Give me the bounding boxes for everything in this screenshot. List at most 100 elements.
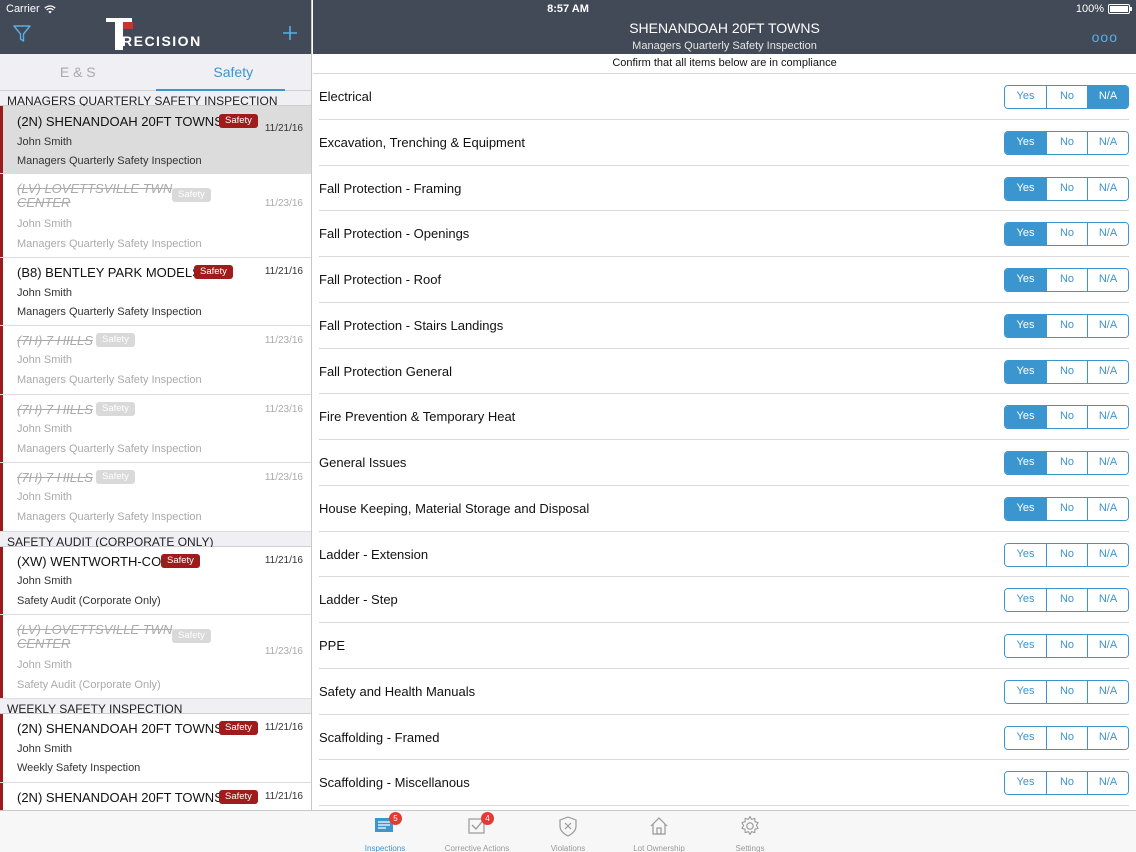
yes-button[interactable]: Yes (1005, 131, 1046, 154)
no-button[interactable]: No (1046, 543, 1087, 566)
yes-button[interactable]: Yes (1005, 680, 1046, 703)
no-button[interactable]: No (1046, 314, 1087, 337)
list-item[interactable]: (XW) WENTWORTH-CO Safety 11/21/16 John S… (0, 547, 311, 615)
yes-button[interactable]: Yes (1005, 589, 1046, 612)
tab-violations[interactable]: Violations (528, 815, 608, 852)
item-inspector: John Smith (17, 136, 73, 148)
no-button[interactable]: No (1046, 452, 1087, 474)
corrective-actions-count-badge: 4 (481, 812, 494, 825)
na-button[interactable]: N/A (1087, 452, 1128, 474)
na-button[interactable]: N/A (1087, 635, 1128, 657)
no-button[interactable]: No (1046, 131, 1087, 154)
na-button[interactable]: N/A (1087, 772, 1128, 795)
item-date: 11/21/16 (264, 791, 303, 802)
item-inspector: John Smith (17, 575, 73, 587)
yes-button[interactable]: Yes (1005, 726, 1046, 749)
page-subtitle: Managers Quarterly Safety Inspection (632, 40, 817, 52)
no-button[interactable]: No (1046, 726, 1087, 749)
no-button[interactable]: No (1046, 177, 1087, 200)
yes-button[interactable]: Yes (1005, 635, 1046, 657)
checklist-row: House Keeping, Material Storage and Disp… (319, 486, 1129, 532)
tab-inspections[interactable]: 5 Inspections (345, 812, 425, 852)
yes-button[interactable]: Yes (1005, 314, 1046, 337)
item-type: Managers Quarterly Safety Inspection (17, 443, 202, 455)
list-item[interactable]: (2N) SHENANDOAH 20FT TOWNS Safety 11/21/… (0, 714, 311, 783)
logo-text: RECISION (122, 33, 202, 49)
precision-logo: RECISION (106, 18, 206, 50)
na-button[interactable]: N/A (1087, 497, 1128, 520)
tab-safety[interactable]: Safety (155, 54, 312, 91)
yes-button[interactable]: Yes (1005, 86, 1046, 108)
item-inspector: John Smith (17, 218, 73, 230)
safety-badge: Safety (96, 470, 135, 484)
status-bar-indicator (0, 395, 3, 462)
safety-badge: Safety (96, 402, 135, 416)
yes-button[interactable]: Yes (1005, 223, 1046, 246)
yes-button[interactable]: Yes (1005, 543, 1046, 566)
no-button[interactable]: No (1046, 497, 1087, 520)
na-button[interactable]: N/A (1087, 223, 1128, 246)
list-item[interactable]: (2N) SHENANDOAH 20FT TOWNS Safety 11/21/… (0, 783, 311, 810)
na-button[interactable]: N/A (1087, 680, 1128, 703)
no-button[interactable]: No (1046, 635, 1087, 657)
yes-button[interactable]: Yes (1005, 269, 1046, 291)
yes-no-na-control: Yes No N/A (1004, 451, 1129, 475)
list-item[interactable]: (2N) SHENANDOAH 20FT TOWNS Safety 11/21/… (0, 106, 311, 174)
list-item[interactable]: (LV) LOVETTSVILLE TWN CENTER Safety 11/2… (0, 615, 311, 699)
no-button[interactable]: No (1046, 269, 1087, 291)
yes-button[interactable]: Yes (1005, 452, 1046, 474)
yes-button[interactable]: Yes (1005, 360, 1046, 383)
item-date: 11/21/16 (264, 266, 303, 277)
yes-no-na-control: Yes No N/A (1004, 542, 1129, 567)
yes-no-na-control: Yes No N/A (1004, 268, 1129, 292)
safety-badge: Safety (172, 629, 211, 643)
checklist-row: Fall Protection - Stairs Landings Yes No N/… (319, 303, 1129, 349)
list-item[interactable]: (7H) 7 HILLS Safety 11/23/16 John Smith … (0, 395, 311, 463)
na-button[interactable]: N/A (1087, 589, 1128, 612)
no-button[interactable]: No (1046, 772, 1087, 795)
add-icon[interactable] (281, 24, 299, 42)
na-button[interactable]: N/A (1087, 406, 1128, 429)
item-title: (2N) SHENANDOAH 20FT TOWNS (17, 721, 223, 736)
tab-settings[interactable]: Settings (710, 815, 790, 852)
yes-button[interactable]: Yes (1005, 406, 1046, 429)
checklist-row: Excavation, Trenching & Equipment Yes No N/… (319, 120, 1129, 166)
status-bar: Carrier 8:57 AM 100% (0, 0, 1136, 18)
list-item[interactable]: (7H) 7 HILLS Safety 11/23/16 John Smith … (0, 326, 311, 395)
item-title: (LV) LOVETTSVILLE TWN (17, 181, 173, 196)
na-button[interactable]: N/A (1087, 177, 1128, 200)
safety-badge: Safety (96, 333, 135, 347)
no-button[interactable]: No (1046, 86, 1087, 108)
na-button[interactable]: N/A (1087, 269, 1128, 291)
no-button[interactable]: No (1046, 223, 1087, 246)
tab-lot-ownership[interactable]: Lot Ownership (619, 815, 699, 852)
list-item[interactable]: (LV) LOVETTSVILLE TWN CENTER Safety 11/2… (0, 174, 311, 258)
tab-e-and-s[interactable]: E & S (0, 54, 156, 90)
no-button[interactable]: No (1046, 589, 1087, 612)
no-button[interactable]: No (1046, 360, 1087, 383)
na-button[interactable]: N/A (1087, 314, 1128, 337)
item-type: Managers Quarterly Safety Inspection (17, 374, 202, 386)
bottom-tab-bar: 5 Inspections 4 Corrective Actions Viola… (0, 810, 1136, 852)
na-button[interactable]: N/A (1087, 360, 1128, 383)
na-button[interactable]: N/A (1087, 543, 1128, 566)
tab-corrective-actions[interactable]: 4 Corrective Actions (437, 812, 517, 852)
more-options-icon[interactable]: ooo (1092, 29, 1118, 45)
na-button[interactable]: N/A (1087, 131, 1128, 154)
list-item[interactable]: (7H) 7 HILLS Safety 11/23/16 John Smith … (0, 463, 311, 532)
gear-icon (741, 815, 759, 836)
status-bar-indicator (0, 106, 3, 173)
list-item[interactable]: (B8) BENTLEY PARK MODELS Safety 11/21/16… (0, 258, 311, 326)
yes-no-na-control: Yes No N/A (1004, 679, 1129, 704)
item-title: (XW) WENTWORTH-CO (17, 554, 162, 569)
na-button[interactable]: N/A (1087, 726, 1128, 749)
checklist-label: Fall Protection General (319, 363, 452, 379)
no-button[interactable]: No (1046, 406, 1087, 429)
safety-badge: Safety (161, 554, 200, 568)
yes-button[interactable]: Yes (1005, 772, 1046, 795)
yes-button[interactable]: Yes (1005, 497, 1046, 520)
filter-icon[interactable] (12, 24, 32, 44)
na-button[interactable]: N/A (1087, 86, 1128, 108)
yes-button[interactable]: Yes (1005, 177, 1046, 200)
no-button[interactable]: No (1046, 680, 1087, 703)
